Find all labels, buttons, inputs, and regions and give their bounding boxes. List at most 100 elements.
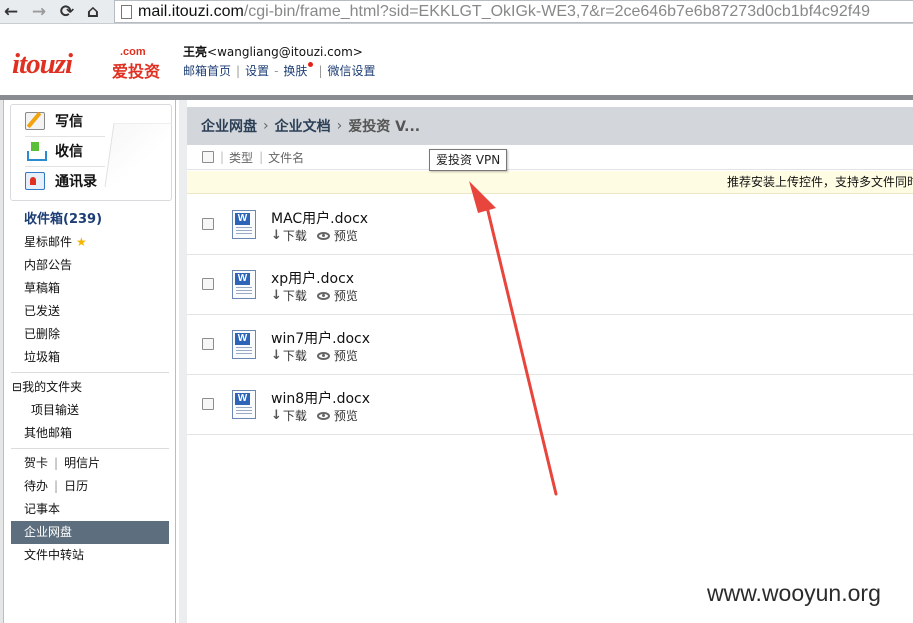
new-dot-icon — [308, 62, 314, 67]
link-separator: | — [54, 456, 59, 470]
logo-com: .com — [120, 46, 146, 58]
settings-link[interactable]: 设置 — [245, 62, 269, 79]
enterprise-disk-link[interactable]: 企业网盘 — [11, 521, 169, 544]
folder-list: 收件箱(239) 星标邮件 ★ 内部公告 草稿箱 已发送 已删除 垃圾箱 ⊟我的文… — [4, 208, 175, 567]
preview-label: 预览 — [333, 289, 358, 303]
column-separator: | — [259, 150, 264, 164]
breadcrumb-tooltip: 爱投资 VPN — [429, 149, 508, 171]
word-doc-icon: W — [230, 270, 258, 300]
home-icon[interactable]: ⌂ — [82, 1, 104, 23]
main-content: 企业网盘 › 企业文档 › 爱投资 V... | 类型 | 文件名 推荐安装上传… — [179, 100, 913, 623]
preview-label: 预览 — [333, 349, 358, 363]
download-arrow-icon: ↓ — [271, 228, 282, 243]
compose-button[interactable]: 写信 — [25, 111, 83, 131]
envelope-decoration — [104, 123, 172, 187]
logo-wordmark: itouzi — [12, 48, 73, 80]
file-transfer-link[interactable]: 文件中转站 — [4, 544, 175, 567]
download-arrow-icon: ↓ — [271, 348, 282, 363]
quick-actions: 写信 收信 通讯录 — [10, 104, 172, 201]
preview-button[interactable]: 预览 — [316, 287, 358, 304]
crumb-documents[interactable]: 企业文档 — [275, 116, 331, 136]
download-button[interactable]: ↓ 下载 — [271, 227, 307, 244]
divider — [25, 166, 105, 167]
mail-home-link[interactable]: 邮箱首页 — [183, 62, 231, 79]
cards-link[interactable]: 贺卡 — [24, 456, 48, 470]
folder-starred[interactable]: 星标邮件 ★ — [4, 231, 175, 254]
download-arrow-icon: ↓ — [271, 408, 282, 423]
todo-link[interactable]: 待办 — [24, 479, 48, 493]
file-row[interactable]: W xp用户.docx ↓ 下载 预览 — [187, 255, 913, 315]
divider — [25, 136, 105, 137]
column-filename[interactable]: 文件名 — [268, 149, 304, 166]
download-arrow-icon: ↓ — [271, 288, 282, 303]
row-checkbox[interactable] — [202, 218, 214, 230]
forward-arrow-icon[interactable]: → — [28, 1, 50, 23]
download-label: 下载 — [282, 409, 307, 423]
file-row[interactable]: W MAC用户.docx ↓ 下载 预览 — [187, 195, 913, 255]
crumb-disk[interactable]: 企业网盘 — [201, 116, 257, 136]
chevron-right-icon: › — [336, 118, 343, 134]
address-bar[interactable]: mail.itouzi.com/cgi-bin/frame_html?sid=E… — [114, 0, 913, 23]
preview-button[interactable]: 预览 — [316, 347, 358, 364]
other-mailbox[interactable]: 其他邮箱 — [4, 422, 175, 445]
link-separator: | — [54, 479, 59, 493]
download-button[interactable]: ↓ 下载 — [271, 407, 307, 424]
file-row[interactable]: W win7用户.docx ↓ 下载 预览 — [187, 315, 913, 375]
calendar-link[interactable]: 日历 — [64, 479, 88, 493]
skin-link[interactable]: 换肤 — [283, 62, 307, 79]
row-checkbox[interactable] — [202, 278, 214, 290]
download-button[interactable]: ↓ 下载 — [271, 347, 307, 364]
link-separator: - — [274, 63, 279, 78]
download-label: 下载 — [282, 349, 307, 363]
file-name[interactable]: xp用户.docx — [271, 268, 354, 288]
file-actions: ↓ 下载 预览 — [271, 347, 368, 364]
row-checkbox[interactable] — [202, 338, 214, 350]
folder-project[interactable]: 项目输送 — [4, 399, 175, 422]
folder-inbox[interactable]: 收件箱(239) — [4, 208, 175, 231]
watermark: www.wooyun.org — [707, 580, 881, 606]
contacts-button[interactable]: 通讯录 — [25, 171, 97, 191]
preview-button[interactable]: 预览 — [316, 227, 358, 244]
compose-label: 写信 — [55, 114, 83, 130]
folder-sent[interactable]: 已发送 — [4, 300, 175, 323]
divider — [11, 372, 169, 373]
postcards-link[interactable]: 明信片 — [64, 456, 100, 470]
crumb-current: 爱投资 V... — [348, 119, 421, 135]
compose-icon — [25, 112, 45, 130]
collapse-toggle-icon[interactable]: ⊟ — [12, 380, 22, 394]
download-label: 下载 — [282, 229, 307, 243]
reload-icon[interactable]: ⟳ — [56, 1, 78, 23]
file-actions: ↓ 下载 预览 — [271, 227, 368, 244]
back-arrow-icon[interactable]: ← — [0, 1, 22, 23]
url-host: mail.itouzi.com — [138, 2, 244, 20]
select-all-checkbox[interactable] — [202, 151, 214, 163]
link-separator: | — [236, 63, 241, 78]
star-icon: ★ — [76, 235, 87, 249]
eye-icon — [316, 411, 330, 420]
wechat-settings-link[interactable]: 微信设置 — [327, 62, 375, 79]
receive-label: 收信 — [55, 144, 83, 160]
file-name[interactable]: win8用户.docx — [271, 388, 370, 408]
user-info: 王亮<wangliang@itouzi.com> — [183, 43, 363, 60]
my-folders[interactable]: ⊟我的文件夹 — [4, 376, 175, 399]
file-name[interactable]: win7用户.docx — [271, 328, 370, 348]
column-type[interactable]: 类型 — [229, 149, 253, 166]
receive-button[interactable]: 收信 — [25, 141, 83, 161]
itouzi-logo[interactable]: itouzi .com 爱投资 — [12, 46, 167, 81]
upload-notice-text[interactable]: 推荐安装上传控件，支持多文件同时上 — [727, 171, 913, 193]
folder-drafts[interactable]: 草稿箱 — [4, 277, 175, 300]
folder-notice[interactable]: 内部公告 — [4, 254, 175, 277]
eye-icon — [316, 291, 330, 300]
preview-button[interactable]: 预览 — [316, 407, 358, 424]
file-actions: ↓ 下载 预览 — [271, 407, 368, 424]
contacts-label: 通讯录 — [55, 174, 97, 190]
download-button[interactable]: ↓ 下载 — [271, 287, 307, 304]
folder-spam[interactable]: 垃圾箱 — [4, 346, 175, 369]
row-checkbox[interactable] — [202, 398, 214, 410]
download-label: 下载 — [282, 289, 307, 303]
file-row[interactable]: W win8用户.docx ↓ 下载 预览 — [187, 375, 913, 435]
folder-deleted[interactable]: 已删除 — [4, 323, 175, 346]
word-doc-icon: W — [230, 330, 258, 360]
file-name[interactable]: MAC用户.docx — [271, 208, 368, 228]
notes-link[interactable]: 记事本 — [4, 498, 175, 521]
